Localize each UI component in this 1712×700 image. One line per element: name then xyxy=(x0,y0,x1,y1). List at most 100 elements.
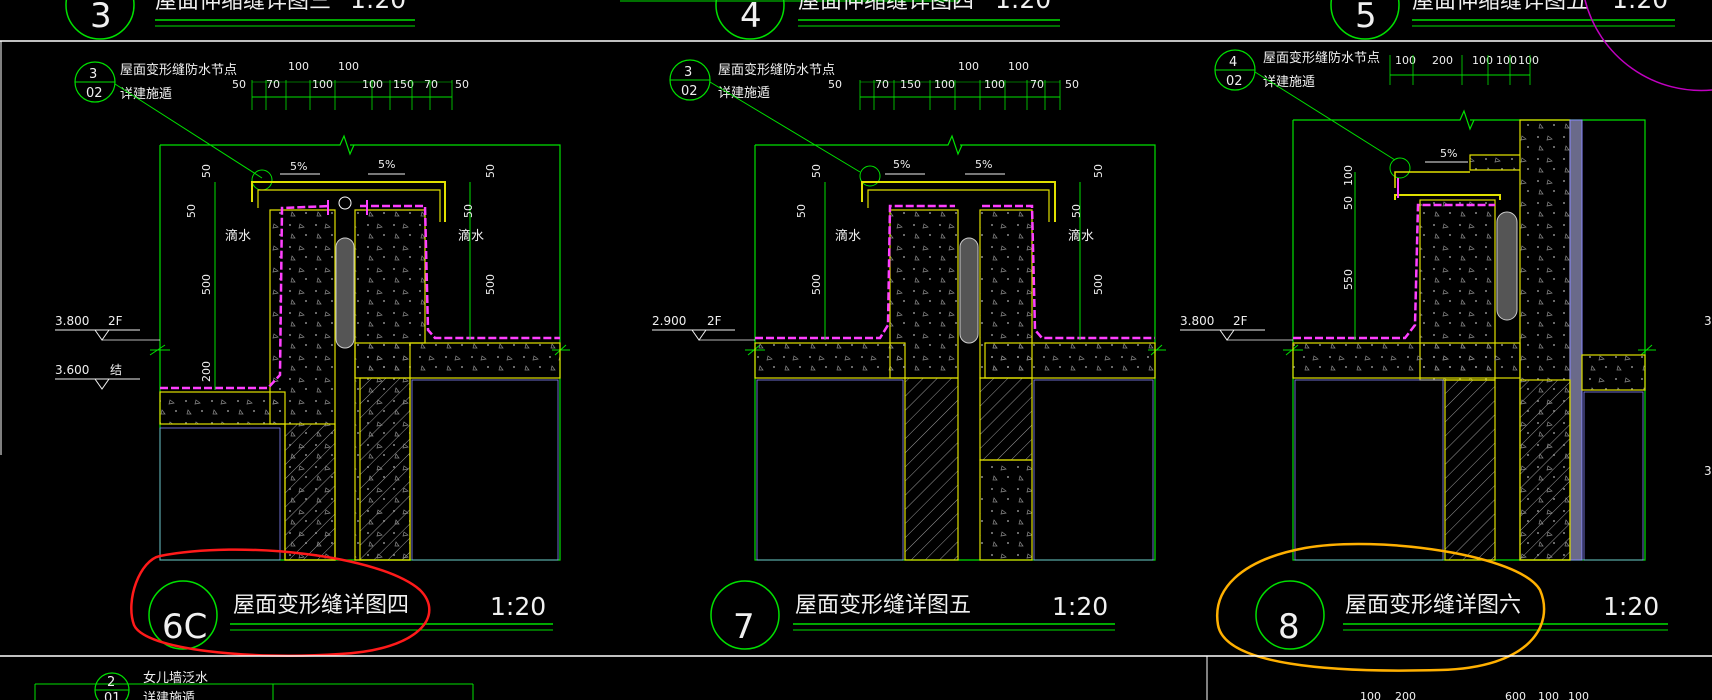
floor-panel xyxy=(1583,391,1644,561)
detail-scale: 1:20 xyxy=(1052,592,1108,621)
reference-callout: 4 02 屋面变形缝防水节点 详建施遁 xyxy=(1214,49,1411,179)
leader-target-circle xyxy=(1389,157,1411,179)
detail-number: 6C xyxy=(162,607,207,647)
level-tag: 2F xyxy=(108,314,123,328)
reference-top: 3 xyxy=(684,65,692,80)
top-dimensions: 100 100 50 70 100 100 150 70 50 xyxy=(232,60,469,110)
top-detail-scale: 1:20 xyxy=(350,0,406,14)
detail-title-block: 6C 屋面变形缝详图四 1:20 xyxy=(148,580,553,650)
level-value: 2.900 xyxy=(652,314,686,328)
dim-text: 70 xyxy=(424,78,438,91)
dim-text: 100 xyxy=(288,60,309,73)
dim-text: 50 xyxy=(232,78,246,91)
slope-label: 5% xyxy=(290,160,307,173)
dim-text: 100 xyxy=(362,78,383,91)
dim-text-vertical: 500 xyxy=(484,274,497,295)
dim-ticks xyxy=(251,80,453,110)
dim-text-vertical: 50 xyxy=(1342,196,1355,210)
dim-text-vertical: 500 xyxy=(1092,274,1105,295)
right-dimensions: 50 50 500 xyxy=(462,164,497,340)
dim-text-vertical: 50 xyxy=(484,164,497,178)
detail-title: 屋面变形缝详图五 xyxy=(795,593,971,618)
floor-panel xyxy=(1294,379,1444,561)
upstand-left xyxy=(889,209,959,379)
level-tag: 结 xyxy=(110,363,122,377)
reference-bottom: 02 xyxy=(681,84,698,99)
dim-text: 100 xyxy=(1360,690,1381,700)
dim-text: 100 xyxy=(1518,54,1539,67)
detail-scale: 1:20 xyxy=(1603,592,1659,621)
dim-text: 200 xyxy=(1395,690,1416,700)
break-mark xyxy=(160,134,355,156)
drip-label: 滴水 xyxy=(1068,228,1094,244)
dim-text: 70 xyxy=(875,78,889,91)
reference-line1: 女儿墙泛水 xyxy=(143,670,208,686)
top-title-4: 4 屋面伸缩缝详图四 1:20 xyxy=(715,0,1060,40)
dim-text: 50 xyxy=(828,78,842,91)
detail-6c: 3 02 屋面变形缝防水节点 详建施遁 100 100 50 70 100 10… xyxy=(55,60,570,657)
leader-line xyxy=(709,81,861,173)
bottom-strip: 2 01 女儿墙泛水 详建施遁 100 200 600 100 100 xyxy=(0,655,1712,700)
dim-text: 150 xyxy=(900,78,921,91)
top-detail-number: 4 xyxy=(740,0,762,36)
detail-title-block: 8 屋面变形缝详图六 1:20 xyxy=(1255,580,1668,650)
dim-text-vertical: 50 xyxy=(1070,204,1083,218)
level-mark: 3.600 结 xyxy=(55,363,140,390)
floor-panel xyxy=(411,379,559,561)
dim-text-vertical: 50 xyxy=(185,204,198,218)
reference-bottom: 02 xyxy=(86,86,103,101)
dim-text: 70 xyxy=(1030,78,1044,91)
left-dimensions: 50 50 500 xyxy=(795,164,826,340)
joint-filler xyxy=(1496,211,1518,321)
upstand-hatch xyxy=(1444,379,1496,561)
reference-line2: 详建施遁 xyxy=(718,86,770,101)
dim-text-vertical: 500 xyxy=(200,274,213,295)
cad-drawing-canvas: 3 屋面伸缩缝详图三 1:20 4 屋面伸缩缝详图四 1:20 5 屋面伸缩缝详… xyxy=(0,0,1712,700)
floor-panel xyxy=(1033,379,1154,561)
top-detail-number: 3 xyxy=(90,0,112,36)
dim-text: 100 xyxy=(1568,690,1589,700)
break-mark xyxy=(755,134,963,156)
level-mark: 3.800 2F xyxy=(1180,314,1293,341)
top-detail-title: 屋面伸缩缝详图三 xyxy=(155,0,331,14)
dim-text: 100 xyxy=(984,78,1005,91)
dim-text-vertical: 100 xyxy=(1342,165,1355,186)
reference-line2: 详建施遁 xyxy=(143,691,195,700)
reference-top: 4 xyxy=(1229,55,1237,70)
dim-text-vertical: 50 xyxy=(1092,164,1105,178)
break-mark xyxy=(1293,109,1475,131)
dim-text: 70 xyxy=(266,78,280,91)
reference-line1: 屋面变形缝防水节点 xyxy=(718,62,835,78)
dim-text-vertical: 200 xyxy=(200,361,213,382)
top-detail-scale: 1:20 xyxy=(1612,0,1668,14)
floor-panel xyxy=(159,427,281,561)
upstand-left-hatch xyxy=(904,377,959,561)
dim-text: 200 xyxy=(1432,54,1453,67)
top-dimensions: 100 100 50 70 150 100 100 70 50 xyxy=(828,60,1079,110)
reference-top: 2 xyxy=(107,675,115,690)
dim-text-vertical: 50 xyxy=(810,164,823,178)
detail-title-block: 7 屋面变形缝详图五 1:20 xyxy=(710,580,1115,650)
detail-number: 7 xyxy=(733,607,755,647)
left-dimensions: 50 50 500 200 xyxy=(185,164,216,390)
level-mark: 3.800 2F xyxy=(55,314,160,341)
upstand-right-lower xyxy=(979,459,1033,561)
detail-scale: 1:20 xyxy=(490,592,546,621)
right-edge-mark: 3 xyxy=(1704,314,1712,328)
detail-8: 4 02 屋面变形缝防水节点 详建施遁 100 200 100 100 100 xyxy=(1180,49,1668,672)
dim-text: 50 xyxy=(1065,78,1079,91)
wall-hatch-lower xyxy=(1519,379,1571,561)
reference-callout: 3 02 屋面变形缝防水节点 详建施遁 xyxy=(669,59,881,187)
detail-number: 8 xyxy=(1278,607,1300,647)
drip-label: 滴水 xyxy=(225,228,251,244)
right-dimensions: 50 50 500 xyxy=(1070,164,1105,340)
top-title-3: 3 屋面伸缩缝详图三 1:20 xyxy=(65,0,415,40)
reference-line2: 详建施遁 xyxy=(120,87,172,102)
slope-label: 5% xyxy=(893,158,910,171)
dim-text-vertical: 50 xyxy=(200,164,213,178)
top-detail-title: 屋面伸缩缝详图四 xyxy=(798,0,974,14)
dim-text: 100 xyxy=(1472,54,1493,67)
upstand-right xyxy=(979,209,1033,379)
dim-text: 100 xyxy=(1008,60,1029,73)
level-value: 3.800 xyxy=(1180,314,1214,328)
